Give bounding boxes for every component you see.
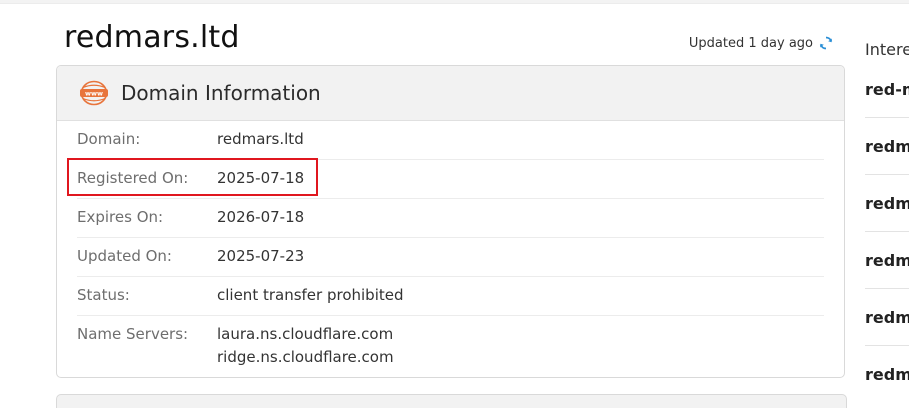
sidebar-domain-link[interactable]: red-m [865,80,909,99]
sidebar-divider [865,345,909,346]
row-domain: Domain: redmars.ltd [77,121,824,160]
row-name-servers: Name Servers: laura.ns.cloudflare.com ri… [77,316,824,377]
row-expires-on: Expires On: 2026-07-18 [77,199,824,238]
row-value: 2026-07-18 [217,208,305,226]
row-label: Name Servers: [77,325,189,343]
card-title: Domain Information [121,81,321,105]
row-label: Expires On: [77,208,164,226]
sidebar-divider [865,288,909,289]
row-label: Status: [77,286,130,304]
www-icon-text: www [85,90,103,98]
row-registered-on: Registered On: 2025-07-18 [77,160,824,199]
page: redmars.ltd Updated 1 day ago www Domain… [0,0,909,408]
name-server-2: ridge.ns.cloudflare.com [217,348,394,366]
sidebar-domain-link[interactable]: redma [865,251,909,270]
row-updated-on: Updated On: 2025-07-23 [77,238,824,277]
sidebar-interesting-domains: Intere red-m redma redma redma redma red… [865,0,909,408]
row-label: Updated On: [77,247,172,265]
domain-information-card: www Domain Information Domain: redmars.l… [56,65,845,378]
sidebar-divider [865,117,909,118]
row-value: client transfer prohibited [217,286,404,304]
row-value: 2025-07-23 [217,247,305,265]
card-header: www Domain Information [57,66,844,121]
refresh-icon[interactable] [818,35,834,51]
row-value-list: laura.ns.cloudflare.com ridge.ns.cloudfl… [217,323,394,369]
page-title: redmars.ltd [64,20,240,55]
name-server-1: laura.ns.cloudflare.com [217,325,394,343]
row-value: redmars.ltd [217,130,304,148]
www-globe-icon: www [79,80,109,106]
sidebar-domain-link[interactable]: redma [865,194,909,213]
updated-text: Updated 1 day ago [688,35,813,51]
top-strip [0,0,909,4]
row-label: Domain: [77,130,141,148]
row-label: Registered On: [77,169,189,187]
next-card [56,394,847,408]
row-value: 2025-07-18 [217,169,305,187]
sidebar-domain-link[interactable]: redma [865,308,909,327]
sidebar-divider [865,174,909,175]
sidebar-domain-link[interactable]: redma [865,137,909,156]
updated-status: Updated 1 day ago [689,35,834,51]
sidebar-divider [865,231,909,232]
sidebar-domain-link[interactable]: redma [865,365,909,384]
domain-info-rows: Domain: redmars.ltd Registered On: 2025-… [57,121,844,377]
sidebar-title: Intere [865,40,909,59]
row-status: Status: client transfer prohibited [77,277,824,316]
